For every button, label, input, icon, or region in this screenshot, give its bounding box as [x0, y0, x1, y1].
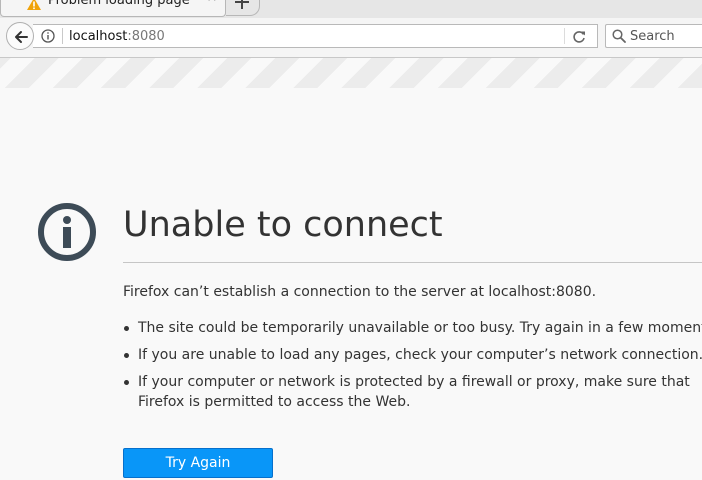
url-text[interactable]: localhost:8080	[69, 29, 165, 44]
back-button[interactable]	[6, 22, 34, 50]
back-arrow-icon	[15, 31, 28, 43]
plus-icon	[235, 0, 249, 9]
suggestion-item: If you are unable to load any pages, che…	[123, 345, 702, 365]
tab-problem-loading[interactable]: Problem loading page ×	[0, 0, 226, 17]
try-again-button[interactable]: Try Again	[123, 448, 273, 478]
new-tab-button[interactable]	[226, 0, 260, 16]
striped-banner	[0, 58, 702, 88]
suggestion-item: If your computer or network is protected…	[123, 372, 702, 412]
error-title: Unable to connect	[123, 205, 443, 245]
browser-window: Problem loading page × localhost:8080	[0, 0, 702, 480]
error-message: Firefox can’t establish a connection to …	[123, 284, 597, 300]
url-bar[interactable]: localhost:8080	[33, 24, 598, 48]
url-port: :8080	[127, 29, 165, 44]
url-separator	[62, 28, 63, 44]
tab-title: Problem loading page	[48, 0, 190, 8]
suggestion-item: The site could be temporarily unavailabl…	[123, 318, 702, 338]
site-info-icon[interactable]	[41, 29, 55, 43]
url-host: localhost	[69, 29, 128, 44]
search-bar[interactable]: Search	[605, 24, 702, 48]
search-icon	[612, 29, 626, 43]
search-placeholder: Search	[630, 29, 675, 44]
tab-close-button[interactable]: ×	[206, 0, 218, 4]
tab-strip: Problem loading page ×	[0, 0, 702, 18]
title-divider	[123, 262, 702, 263]
reload-separator	[564, 28, 565, 44]
warning-icon	[27, 0, 41, 10]
suggestion-list: The site could be temporarily unavailabl…	[123, 318, 702, 419]
info-circle-icon	[38, 203, 96, 261]
reload-icon[interactable]	[571, 29, 587, 45]
error-page: Unable to connect Firefox can’t establis…	[0, 58, 702, 480]
navigation-bar: localhost:8080 Search	[0, 18, 702, 58]
